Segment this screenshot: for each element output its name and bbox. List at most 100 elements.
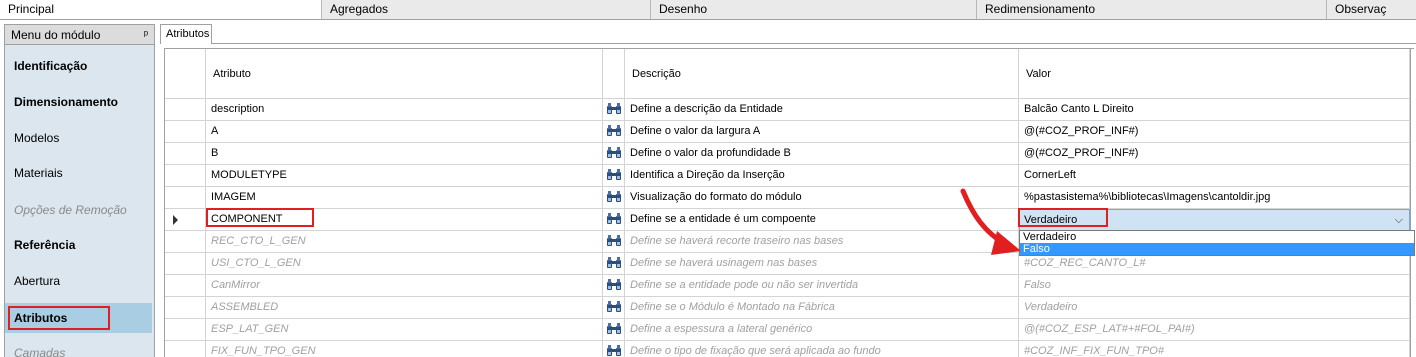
- binoculars-button[interactable]: [603, 187, 625, 209]
- column-header-attribute[interactable]: Atributo: [206, 49, 603, 99]
- column-header-description[interactable]: Descrição: [625, 49, 1019, 99]
- description-cell: Define o valor da profundidade B: [625, 143, 1019, 165]
- menu-item-opcoes-remocao: Opções de Remoção: [14, 203, 127, 217]
- binoculars-button[interactable]: [603, 143, 625, 165]
- row-header[interactable]: [165, 297, 206, 319]
- value-cell[interactable]: #COZ_INF_FIX_FUN_TPO#: [1019, 341, 1410, 357]
- dropdown-option-falso[interactable]: Falso: [1020, 243, 1414, 255]
- description-cell: Define a espessura a lateral genérico: [625, 319, 1019, 341]
- tab-desenho[interactable]: Desenho: [651, 0, 977, 19]
- value-cell[interactable]: @(#COZ_PROF_INF#): [1019, 143, 1410, 165]
- table-row[interactable]: IMAGEM Visualização do formato do módulo%…: [165, 187, 1410, 209]
- table-row[interactable]: A Define o valor da largura A @(#COZ_PROF_…: [165, 121, 1410, 143]
- binoculars-button[interactable]: [603, 341, 625, 357]
- attribute-cell[interactable]: FIX_FUN_TPO_GEN: [206, 341, 603, 357]
- table-row[interactable]: FIX_FUN_TPO_GEN Define o tipo de fixação …: [165, 341, 1410, 357]
- menu-item-camadas: Camadas: [14, 346, 66, 357]
- row-header[interactable]: [165, 187, 206, 209]
- row-header[interactable]: [165, 341, 206, 357]
- column-header-value[interactable]: Valor: [1019, 49, 1410, 99]
- row-header[interactable]: [165, 121, 206, 143]
- pin-icon[interactable]: ᵖ: [144, 25, 148, 45]
- attribute-cell[interactable]: USI_CTO_L_GEN: [206, 253, 603, 275]
- column-header-icon: [603, 49, 625, 99]
- row-header[interactable]: [165, 275, 206, 297]
- row-header-corner: [165, 49, 206, 99]
- table-row[interactable]: B Define o valor da profundidade B @(#COZ_…: [165, 143, 1410, 165]
- value-cell[interactable]: Verdadeiro: [1019, 297, 1410, 319]
- menu-item-modelos[interactable]: Modelos: [5, 123, 152, 153]
- attribute-cell[interactable]: ESP_LAT_GEN: [206, 319, 603, 341]
- tab-agregados[interactable]: Agregados: [322, 0, 651, 19]
- menu-item-referencia[interactable]: Referência: [5, 230, 152, 260]
- value-cell[interactable]: Falso: [1019, 275, 1410, 297]
- binoculars-icon: [606, 169, 621, 180]
- value-cell[interactable]: Balcão Canto L Direito: [1019, 99, 1410, 121]
- dropdown-option-verdadeiro[interactable]: Verdadeiro: [1020, 231, 1414, 243]
- main-tab-bar: Principal Agregados Desenho Redimensiona…: [0, 0, 1416, 20]
- value-cell[interactable]: CornerLeft: [1019, 165, 1410, 187]
- tab-observacoes[interactable]: Observaç: [1327, 0, 1416, 19]
- binoculars-button[interactable]: [603, 319, 625, 341]
- menu-item-materiais[interactable]: Materiais: [5, 158, 152, 188]
- attribute-cell[interactable]: CanMirror: [206, 275, 603, 297]
- row-header[interactable]: [165, 143, 206, 165]
- table-row[interactable]: ESP_LAT_GEN Define a espessura a lateral …: [165, 319, 1410, 341]
- tab-label: Desenho: [659, 2, 708, 16]
- table-row[interactable]: MODULETYPE Identifica a Direção da Inserç…: [165, 165, 1410, 187]
- table-row[interactable]: COMPONENT Define se a entidade é um compo…: [165, 209, 1410, 231]
- highlight-atributos-menu: [8, 306, 110, 330]
- table-row[interactable]: description Define a descrição da Entidad…: [165, 99, 1410, 121]
- module-menu-title: Menu do módulo: [11, 28, 101, 42]
- chevron-down-icon[interactable]: ⌵: [1395, 210, 1403, 230]
- attribute-cell[interactable]: description: [206, 99, 603, 121]
- row-header[interactable]: [165, 231, 206, 253]
- attribute-cell[interactable]: A: [206, 121, 603, 143]
- binoculars-icon: [606, 191, 621, 202]
- attribute-cell[interactable]: IMAGEM: [206, 187, 603, 209]
- binoculars-icon: [606, 213, 621, 224]
- binoculars-button[interactable]: [603, 231, 625, 253]
- tab-label: Atributos: [166, 28, 210, 40]
- attributes-grid: Atributo Descrição Valor description Defi…: [164, 48, 1414, 357]
- row-header[interactable]: [165, 99, 206, 121]
- row-header[interactable]: [165, 319, 206, 341]
- binoculars-icon: [606, 323, 621, 334]
- binoculars-button[interactable]: [603, 99, 625, 121]
- description-cell: Define se a entidade pode ou não ser inv…: [625, 275, 1019, 297]
- table-row[interactable]: USI_CTO_L_GEN Define se haverá usinagem n…: [165, 253, 1410, 275]
- tab-atributos[interactable]: Atributos: [160, 24, 212, 44]
- value-cell[interactable]: #COZ_REC_CANTO_L#: [1019, 253, 1410, 275]
- binoculars-icon: [606, 345, 621, 356]
- binoculars-icon: [606, 235, 621, 246]
- binoculars-button[interactable]: [603, 209, 625, 231]
- table-row[interactable]: CanMirror Define se a entidade pode ou nã…: [165, 275, 1410, 297]
- binoculars-button[interactable]: [603, 121, 625, 143]
- attribute-cell[interactable]: MODULETYPE: [206, 165, 603, 187]
- attribute-cell[interactable]: B: [206, 143, 603, 165]
- binoculars-icon: [606, 301, 621, 312]
- menu-item-dimensionamento[interactable]: Dimensionamento: [5, 87, 152, 117]
- value-cell[interactable]: %pastasistema%\bibliotecas\Imagens\canto…: [1019, 187, 1410, 209]
- description-cell: Identifica a Direção da Inserção: [625, 165, 1019, 187]
- table-row[interactable]: ASSEMBLED Define se o Módulo é Montado na…: [165, 297, 1410, 319]
- tab-label: Observaç: [1335, 2, 1387, 16]
- binoculars-button[interactable]: [603, 253, 625, 275]
- binoculars-icon: [606, 103, 621, 114]
- highlight-component-attribute: [206, 208, 314, 227]
- tab-divider: [212, 43, 1416, 44]
- binoculars-button[interactable]: [603, 297, 625, 319]
- value-cell[interactable]: @(#COZ_PROF_INF#): [1019, 121, 1410, 143]
- tab-principal[interactable]: Principal: [0, 0, 322, 19]
- row-header[interactable]: [165, 165, 206, 187]
- menu-item-abertura[interactable]: Abertura: [5, 266, 152, 296]
- value-cell[interactable]: @(#COZ_ESP_LAT#+#FOL_PAI#): [1019, 319, 1410, 341]
- attribute-cell[interactable]: REC_CTO_L_GEN: [206, 231, 603, 253]
- row-header[interactable]: [165, 209, 206, 231]
- binoculars-button[interactable]: [603, 275, 625, 297]
- attribute-cell[interactable]: ASSEMBLED: [206, 297, 603, 319]
- row-header[interactable]: [165, 253, 206, 275]
- binoculars-button[interactable]: [603, 165, 625, 187]
- menu-item-identificacao[interactable]: Identificação: [5, 51, 152, 81]
- tab-redimensionamento[interactable]: Redimensionamento: [977, 0, 1327, 19]
